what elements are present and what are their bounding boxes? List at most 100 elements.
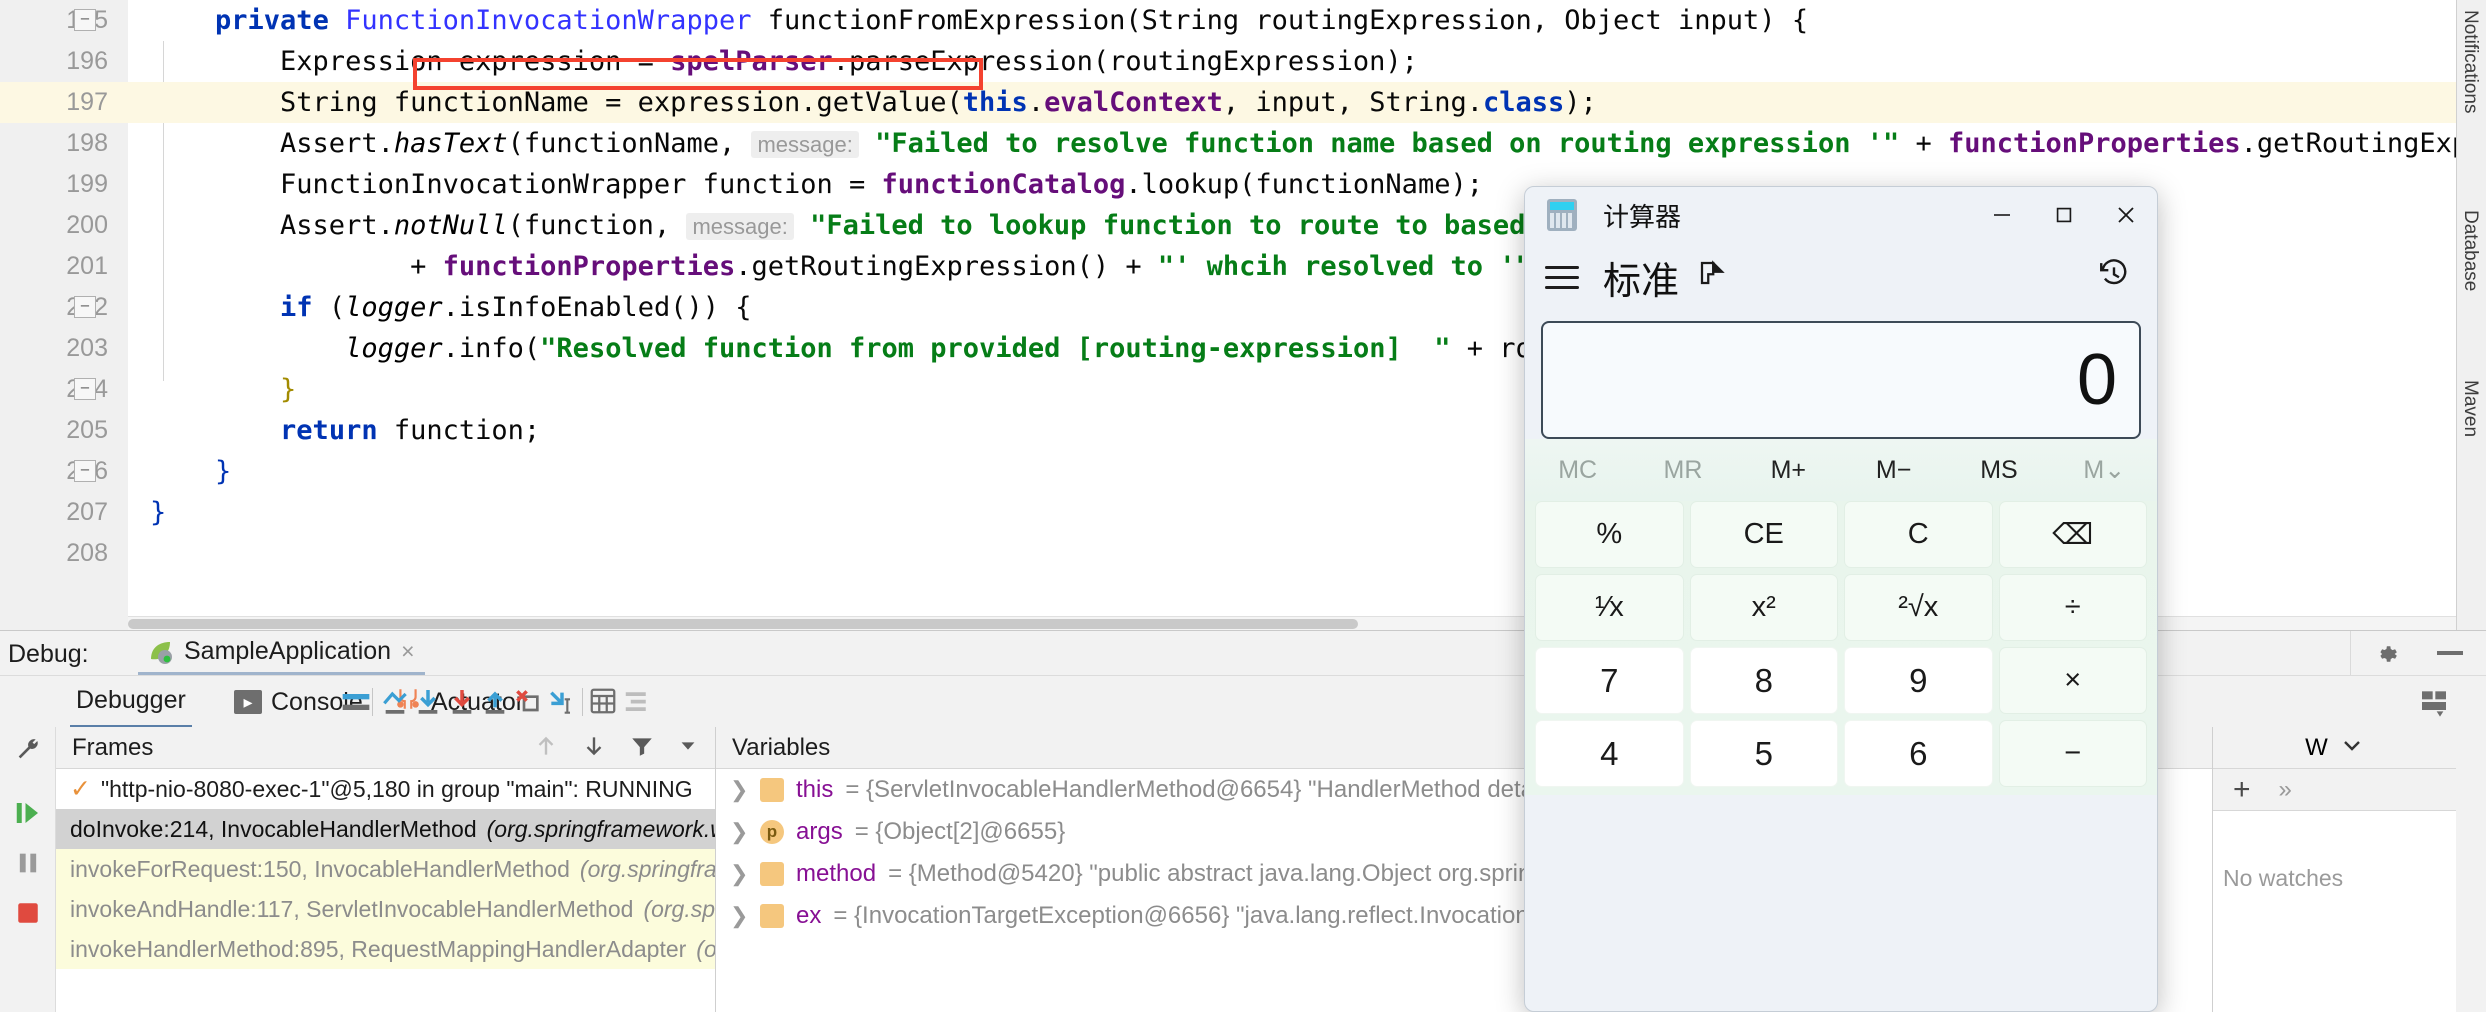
calc-key-%[interactable]: % [1535, 501, 1684, 568]
watches-title: W [2305, 733, 2328, 761]
frame-row[interactable]: invokeAndHandle:117, ServletInvocableHan… [56, 889, 715, 929]
calculator-navbar[interactable]: 标准 [1525, 243, 2157, 311]
toolstrip-label-maven[interactable]: Maven [2459, 380, 2481, 437]
memory-button-m+[interactable]: M+ [1736, 456, 1841, 485]
code-line[interactable]: 196 Expression expression = spelParser.p… [0, 41, 2486, 82]
calc-key-8[interactable]: 8 [1689, 647, 1838, 714]
chevron-right-icon[interactable]: ❯ [730, 777, 748, 803]
mute-breakpoints-icon[interactable] [622, 686, 654, 718]
memory-button-mc[interactable]: MC [1525, 456, 1630, 485]
frame-row[interactable]: doInvoke:214, InvocableHandlerMethod (org… [56, 809, 715, 849]
calc-key-×[interactable]: × [1998, 647, 2147, 714]
calc-key-²√x[interactable]: ²√x [1844, 574, 1993, 641]
add-watch-button[interactable]: + [2233, 773, 2251, 807]
scrollbar-thumb[interactable] [128, 619, 1358, 629]
frames-list[interactable]: doInvoke:214, InvocableHandlerMethod (org… [56, 809, 715, 969]
calc-key-¹⁄x[interactable]: ¹⁄x [1535, 574, 1684, 641]
filter-icon[interactable] [629, 733, 655, 764]
calculator-keypad[interactable]: % CE C ⌫ ¹⁄x x² ²√x ÷ 7 8 9 × 4 5 6− [1525, 501, 2157, 795]
watches-toolbar[interactable]: + » [2213, 769, 2456, 811]
calc-key-4[interactable]: 4 [1535, 720, 1684, 787]
chevron-right-icon[interactable]: ❯ [730, 903, 748, 929]
calc-key-6[interactable]: 6 [1844, 720, 1993, 787]
tab-debugger[interactable]: Debugger [70, 676, 192, 728]
fold-marker-icon[interactable]: − [74, 9, 96, 31]
code-token: functionProperties [1948, 128, 2241, 159]
window-controls[interactable] [1971, 187, 2157, 243]
toolbar-separator [372, 688, 373, 716]
chevron-right-icon[interactable]: ❯ [730, 819, 748, 845]
fold-marker-icon[interactable]: − [74, 378, 96, 400]
close-icon[interactable] [2095, 187, 2157, 243]
spring-boot-icon [148, 639, 174, 665]
calc-key-9[interactable]: 9 [1844, 647, 1993, 714]
arrow-up-icon[interactable] [533, 733, 559, 764]
pause-icon[interactable] [6, 841, 50, 885]
hamburger-icon[interactable] [1545, 259, 1579, 296]
minimize-icon[interactable] [1971, 187, 2033, 243]
layout-icon[interactable] [340, 686, 372, 718]
code-token: . [1027, 87, 1045, 118]
drop-frame-icon[interactable] [512, 686, 544, 718]
calculator-window[interactable]: 计算器 标准 0 MC MR M+ M− MS M⌄ % CE C ⌫ ¹⁄x … [1524, 186, 2158, 1012]
frame-row[interactable]: invokeForRequest:150, InvocableHandlerMe… [56, 849, 715, 889]
history-icon[interactable] [2097, 256, 2131, 299]
code-line[interactable]: 195− private FunctionInvocationWrapper f… [0, 0, 2486, 41]
toolstrip-label-notifications[interactable]: Notifications [2459, 10, 2481, 114]
display-value: 0 [2076, 340, 2117, 420]
close-icon[interactable]: × [401, 638, 414, 665]
memory-button-mr[interactable]: MR [1630, 456, 1735, 485]
run-to-cursor-icon[interactable] [546, 686, 578, 718]
line-number: 196 [0, 41, 108, 82]
debug-window-controls[interactable] [2350, 631, 2486, 675]
calc-key-x²[interactable]: x² [1689, 574, 1838, 641]
code-token: this [962, 87, 1028, 118]
line-number: 208 [0, 533, 108, 574]
frame-row[interactable]: invokeHandlerMethod:895, RequestMappingH… [56, 929, 715, 969]
editor-right-toolstrip[interactable]: Notifications Database Maven [2456, 0, 2486, 630]
fold-marker-icon[interactable]: − [74, 296, 96, 318]
stop-icon[interactable] [6, 891, 50, 935]
step-out-icon[interactable] [479, 686, 511, 718]
gear-icon[interactable] [2373, 641, 2399, 672]
code-line[interactable]: 198 Assert.hasText(functionName, message… [0, 123, 2486, 164]
resume-icon[interactable] [6, 791, 50, 835]
maximize-icon[interactable] [2033, 187, 2095, 243]
toolstrip-label-database[interactable]: Database [2459, 210, 2481, 291]
keep-on-top-icon[interactable] [1697, 258, 1727, 296]
minimize-icon[interactable] [2437, 651, 2463, 655]
run-configuration-tab[interactable]: SampleApplication × [138, 631, 425, 675]
evaluate-expression-icon[interactable] [588, 686, 620, 718]
memory-button-row[interactable]: MC MR M+ M− MS M⌄ [1525, 439, 2157, 501]
frames-panel[interactable]: Frames ✓ "http-nio-8080-exec-1"@5,180 in… [56, 727, 716, 1012]
calc-key-⌫[interactable]: ⌫ [1998, 501, 2147, 568]
calc-key-C[interactable]: C [1844, 501, 1993, 568]
field-icon [760, 778, 784, 802]
step-into-icon[interactable] [412, 686, 444, 718]
frames-thread-row[interactable]: ✓ "http-nio-8080-exec-1"@5,180 in group … [56, 769, 715, 809]
settings-wrench-icon[interactable] [6, 727, 50, 771]
arrow-down-icon[interactable] [581, 733, 607, 764]
chevron-down-icon[interactable] [2340, 733, 2364, 762]
chevron-right-icon[interactable]: ❯ [730, 861, 748, 887]
debug-layout-settings-icon[interactable] [2418, 686, 2450, 718]
calc-key-7[interactable]: 7 [1535, 647, 1684, 714]
fold-marker-icon[interactable]: − [74, 460, 96, 482]
code-line[interactable]: 197 String functionName = expression.get… [0, 82, 2486, 123]
calculator-titlebar[interactable]: 计算器 [1525, 187, 2157, 243]
memory-button-m[interactable]: M− [1841, 456, 1946, 485]
calc-key-CE[interactable]: CE [1689, 501, 1838, 568]
calc-key-−[interactable]: − [1998, 720, 2147, 787]
code-token: FunctionInvocationWrapper [345, 5, 752, 36]
force-step-into-icon[interactable] [446, 686, 478, 718]
memory-button-ms[interactable]: MS [1946, 456, 2051, 485]
calc-key-5[interactable]: 5 [1689, 720, 1838, 787]
memory-button-m[interactable]: M⌄ [2052, 455, 2157, 485]
chevron-down-icon[interactable] [677, 735, 699, 762]
calc-key-÷[interactable]: ÷ [1998, 574, 2147, 641]
frames-toolbar[interactable] [533, 727, 707, 769]
watches-panel[interactable]: W + » No watches [2212, 727, 2456, 1012]
step-over-icon[interactable] [379, 686, 411, 718]
more-watches-button[interactable]: » [2279, 776, 2292, 804]
